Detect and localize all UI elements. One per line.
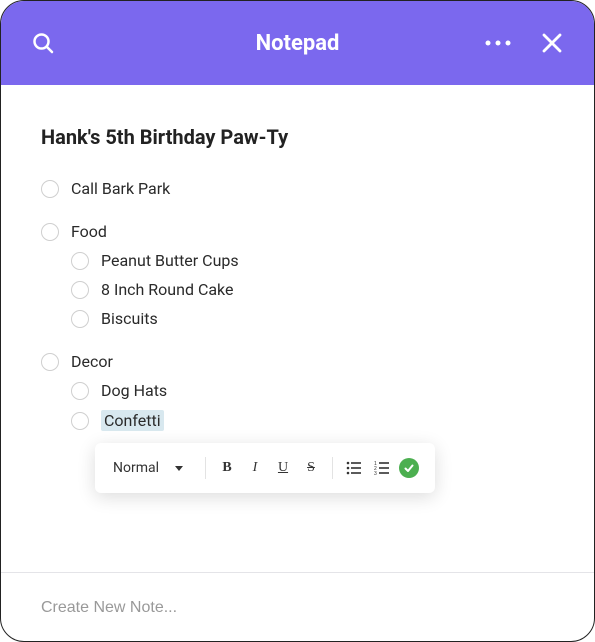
format-label: Normal <box>113 460 159 476</box>
list-item[interactable]: Call Bark Park <box>41 179 554 198</box>
bullet-list-button[interactable] <box>343 457 365 479</box>
confirm-icon[interactable] <box>399 458 419 478</box>
bold-button[interactable]: B <box>216 457 238 479</box>
list-item[interactable]: Dog Hats <box>71 381 554 400</box>
item-label[interactable]: Food <box>71 222 107 241</box>
checkbox-icon[interactable] <box>41 180 59 198</box>
checkbox-icon[interactable] <box>41 353 59 371</box>
list-item[interactable]: Confetti <box>71 410 554 431</box>
item-label[interactable]: Decor <box>71 352 113 371</box>
close-icon[interactable] <box>538 29 566 57</box>
new-note-input[interactable] <box>41 599 554 617</box>
item-label[interactable]: 8 Inch Round Cake <box>101 280 234 299</box>
note-title[interactable]: Hank's 5th Birthday Paw-Ty <box>41 125 554 149</box>
item-label[interactable]: Confetti <box>101 410 164 431</box>
more-icon[interactable] <box>484 29 512 57</box>
search-icon[interactable] <box>29 29 57 57</box>
strike-button[interactable]: S <box>300 457 322 479</box>
divider <box>332 457 333 479</box>
item-label[interactable]: Call Bark Park <box>71 179 170 198</box>
app-title: Notepad <box>256 31 340 56</box>
list-item[interactable]: Biscuits <box>71 309 554 328</box>
checkbox-icon[interactable] <box>71 382 89 400</box>
header: Notepad <box>1 1 594 85</box>
list-item[interactable]: Decor <box>41 352 554 371</box>
numbered-list-button[interactable]: 1 2 3 <box>371 457 393 479</box>
note-content: Hank's 5th Birthday Paw-Ty Call Bark Par… <box>1 85 594 572</box>
checkbox-icon[interactable] <box>71 252 89 270</box>
format-toolbar: Normal B I U S 1 2 3 <box>95 443 435 493</box>
list-item[interactable]: 8 Inch Round Cake <box>71 280 554 299</box>
divider <box>205 457 206 479</box>
checkbox-icon[interactable] <box>41 223 59 241</box>
svg-text:3: 3 <box>374 471 377 476</box>
underline-button[interactable]: U <box>272 457 294 479</box>
item-label[interactable]: Dog Hats <box>101 381 167 400</box>
list-item[interactable]: Food <box>41 222 554 241</box>
item-label[interactable]: Biscuits <box>101 309 158 328</box>
checkbox-icon[interactable] <box>71 281 89 299</box>
checkbox-icon[interactable] <box>71 310 89 328</box>
list-item[interactable]: Peanut Butter Cups <box>71 251 554 270</box>
footer <box>1 572 594 641</box>
format-select[interactable]: Normal <box>105 456 195 480</box>
chevron-down-icon <box>175 466 183 471</box>
checkbox-icon[interactable] <box>71 412 89 430</box>
italic-button[interactable]: I <box>244 457 266 479</box>
item-label[interactable]: Peanut Butter Cups <box>101 251 239 270</box>
